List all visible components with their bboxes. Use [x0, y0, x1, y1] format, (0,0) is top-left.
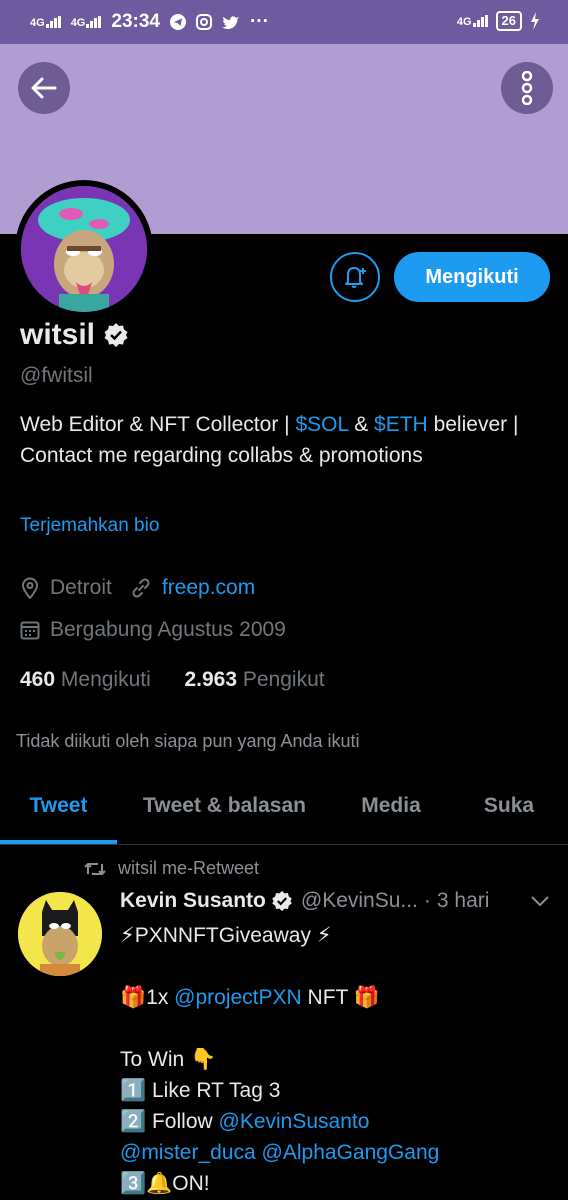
tab-media[interactable]: Media	[332, 794, 450, 818]
followers-label: Pengikut	[242, 668, 325, 691]
tweet-line: 2️⃣ Follow @KevinSusanto	[120, 1106, 550, 1137]
profile-avatar-frame	[15, 180, 153, 318]
time-separator: ·	[423, 889, 431, 912]
tweet-header: Kevin Susanto @KevinSu... · 3 hari	[120, 889, 550, 913]
author-avatar-image	[18, 892, 102, 976]
tweet-text: NFT 🎁	[301, 986, 380, 1009]
location-pin-icon	[21, 577, 39, 599]
ape-avatar-image	[21, 186, 147, 312]
not-followed-notice: Tidak diikuti oleh siapa pun yang Anda i…	[16, 731, 360, 751]
tweet-line: @mister_duca @AlphaGangGang	[120, 1137, 550, 1168]
location-website-row: Detroit freep.com	[20, 576, 255, 600]
signal-bars-icon	[86, 16, 102, 28]
battery-level: 26	[495, 11, 522, 31]
telegram-icon	[169, 14, 186, 30]
tweet-text: 🎁1x	[120, 986, 175, 1009]
signal-1: 4G	[30, 16, 61, 29]
signal-bars-icon	[472, 15, 488, 27]
profile-name-row: witsil	[20, 318, 129, 352]
tweet-line: 1️⃣ Like RT Tag 3	[120, 1079, 281, 1102]
battery-icon: 26	[495, 11, 522, 31]
following-count: 460	[20, 668, 56, 691]
followers-count-link[interactable]: 2.963 Pengikut	[184, 668, 324, 691]
mention-link[interactable]: @mister_duca	[120, 1141, 256, 1164]
tweet-body: ⚡PXNNFTGiveaway ⚡ 🎁1x @projectPXN NFT 🎁 …	[120, 920, 550, 1199]
tab-likes[interactable]: Suka	[450, 794, 568, 818]
tweet-line: To Win 👇	[120, 1048, 217, 1071]
instagram-icon	[195, 14, 212, 30]
mention-link[interactable]: @projectPXN	[174, 986, 302, 1009]
translate-bio-link[interactable]: Terjemahkan bio	[20, 515, 159, 537]
status-bar: 4G 4G 23:34 ··· 4G 26	[0, 0, 568, 44]
profile-bio: Web Editor & NFT Collector | $SOL & $ETH…	[20, 409, 550, 471]
active-tab-indicator	[0, 840, 117, 844]
cashtag-sol[interactable]: $SOL	[295, 413, 348, 436]
verified-badge-icon	[272, 890, 292, 912]
profile-name: witsil	[20, 318, 96, 351]
followers-count: 2.963	[184, 668, 238, 691]
following-button[interactable]: Mengikuti	[394, 252, 550, 302]
twitter-icon	[221, 15, 239, 29]
calendar-icon	[20, 621, 40, 640]
location: Detroit	[50, 576, 112, 599]
network-type-2: 4G	[70, 17, 86, 29]
following-count-link[interactable]: 460 Mengikuti	[20, 668, 151, 691]
bell-plus-icon	[345, 267, 366, 288]
link-icon	[132, 578, 150, 598]
tweet-line: 3️⃣🔔ON!	[120, 1172, 210, 1195]
retweeted-by: witsil me-Retweet	[118, 858, 260, 878]
bio-and: &	[348, 413, 375, 436]
signal-right: 4G	[456, 15, 488, 28]
clock: 23:34	[111, 11, 160, 32]
tab-tweet[interactable]: Tweet	[0, 794, 117, 818]
bio-text-1: Web Editor & NFT Collector |	[20, 413, 296, 436]
network-type-1: 4G	[30, 17, 45, 29]
following-label: Mengikuti	[60, 668, 151, 691]
chevron-down-icon[interactable]	[530, 895, 550, 907]
tweet-author-name[interactable]: Kevin Susanto	[120, 889, 266, 913]
profile-handle: @fwitsil	[20, 364, 93, 387]
tab-tweet-replies[interactable]: Tweet & balasan	[117, 794, 332, 818]
retweet-icon	[84, 862, 106, 875]
profile-tabs: Tweet Tweet & balasan Media Suka	[0, 780, 568, 845]
signal-bars-icon	[45, 16, 61, 28]
more-notifications: ···	[249, 11, 269, 32]
back-button[interactable]	[18, 62, 70, 114]
network-type-right: 4G	[456, 16, 472, 28]
more-vertical-icon	[521, 71, 533, 105]
joined-date: Bergabung Agustus 2009	[50, 618, 286, 641]
mention-link[interactable]: @AlphaGangGang	[262, 1141, 440, 1164]
more-options-button[interactable]	[501, 62, 553, 114]
website-link[interactable]: freep.com	[162, 576, 255, 600]
mention-link[interactable]: @KevinSusanto	[219, 1110, 370, 1133]
tweet-line: 🎁1x @projectPXN NFT 🎁	[120, 982, 550, 1013]
follow-counts: 460 Mengikuti 2.963 Pengikut	[20, 668, 325, 692]
tweet-text: 2️⃣ Follow	[120, 1110, 219, 1133]
signal-2: 4G	[70, 16, 102, 29]
back-arrow-icon	[31, 77, 57, 99]
tweet-time: 3 hari	[436, 889, 490, 912]
tweet-line: ⚡PXNNFTGiveaway ⚡	[120, 924, 332, 947]
tweet-author-avatar[interactable]	[18, 892, 102, 976]
joined-row: Bergabung Agustus 2009	[20, 618, 286, 642]
retweet-context: witsil me-Retweet	[84, 858, 259, 879]
verified-badge-icon	[104, 323, 128, 347]
charging-icon	[531, 12, 539, 30]
avatar[interactable]	[21, 186, 147, 312]
cashtag-eth[interactable]: $ETH	[374, 413, 428, 436]
notification-bell-button[interactable]	[330, 252, 380, 302]
tweet-author-handle: @KevinSu...	[300, 889, 418, 912]
